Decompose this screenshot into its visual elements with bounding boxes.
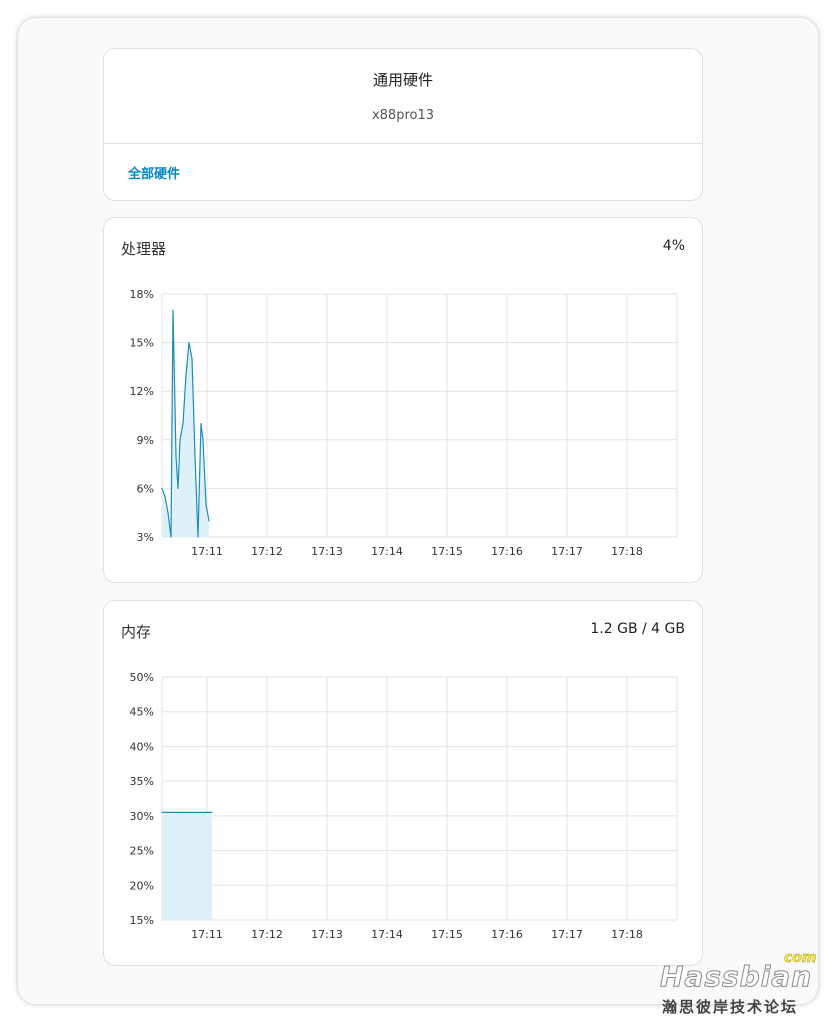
memory-x-tick-label: 17:16 bbox=[491, 928, 523, 941]
memory-chart[interactable]: 15% 20% 25% 30% 35% 40% 45% 50% 17:11 17:12 17:13 1… bbox=[104, 661, 702, 961]
memory-y-tick-label: 35% bbox=[130, 775, 154, 788]
card-title: 通用硬件 bbox=[372, 71, 433, 89]
memory-card: 内存 1.2 GB / 4 GB 15% 20% 25% 30% 35% 40% 45% 50… bbox=[103, 600, 703, 966]
cpu-y-tick-label: 9% bbox=[137, 434, 154, 447]
memory-header: 内存 1.2 GB / 4 GB bbox=[121, 621, 685, 641]
cpu-y-tick-label: 3% bbox=[137, 531, 154, 544]
memory-y-tick-label: 20% bbox=[130, 879, 154, 892]
cpu-y-tick-label: 15% bbox=[130, 337, 154, 350]
cpu-data-point bbox=[172, 309, 174, 311]
memory-y-tick-label: 50% bbox=[130, 671, 154, 684]
cpu-data-point bbox=[164, 495, 166, 498]
cpu-y-tick-label: 18% bbox=[130, 288, 154, 301]
memory-x-tick-label: 17:18 bbox=[611, 928, 643, 941]
memory-y-tick-label: 30% bbox=[130, 810, 154, 823]
divider bbox=[104, 143, 702, 144]
cpu-data-point bbox=[182, 423, 184, 425]
memory-y-tick-label: 15% bbox=[130, 914, 154, 927]
cpu-data-point bbox=[161, 487, 163, 489]
cpu-y-tick-label: 12% bbox=[130, 385, 154, 398]
cpu-data-point bbox=[177, 487, 179, 489]
memory-data-point bbox=[211, 811, 213, 813]
cpu-area-fill bbox=[162, 310, 209, 537]
cpu-data-point bbox=[175, 455, 177, 457]
all-hardware-link[interactable]: 全部硬件 bbox=[128, 163, 180, 182]
device-name: x88pro13 bbox=[371, 108, 435, 123]
cpu-data-point bbox=[194, 455, 196, 457]
cpu-data-point bbox=[205, 504, 207, 506]
memory-x-tick-label: 17:12 bbox=[251, 928, 283, 941]
cpu-x-tick-label: 17:14 bbox=[371, 545, 403, 558]
cpu-x-tick-label: 17:16 bbox=[491, 545, 523, 558]
cpu-x-tick-label: 17:15 bbox=[431, 545, 463, 558]
cpu-data-point bbox=[208, 520, 210, 522]
cpu-x-tick-label: 17:11 bbox=[191, 545, 223, 558]
cpu-x-tick-label: 17:18 bbox=[611, 545, 643, 558]
cpu-chart[interactable]: 3% 6% 9% 12% 15% 18% 17:11 17:12 17:13 17:14 17:15… bbox=[104, 278, 702, 578]
watermark-caption: 瀚思彼岸技术论坛 bbox=[662, 998, 799, 1016]
cpu-data-point bbox=[202, 439, 204, 441]
memory-x-tick-label: 17:17 bbox=[551, 928, 583, 941]
cpu-header: 处理器 4% bbox=[121, 238, 685, 258]
cpu-x-tick-label: 17:17 bbox=[551, 545, 583, 558]
memory-y-tick-label: 25% bbox=[130, 845, 154, 858]
memory-area-fill bbox=[162, 812, 212, 920]
memory-value: 1.2 GB / 4 GB bbox=[590, 621, 685, 637]
cpu-data-point bbox=[179, 439, 181, 441]
cpu-data-point bbox=[185, 374, 187, 376]
memory-x-tick-label: 17:15 bbox=[431, 928, 463, 941]
memory-title: 内存 bbox=[121, 623, 152, 641]
cpu-data-point bbox=[167, 512, 169, 514]
cpu-data-point bbox=[197, 536, 199, 538]
cpu-x-tick-label: 17:13 bbox=[311, 545, 343, 558]
cpu-data-point bbox=[191, 358, 193, 360]
watermark: Hassbian com 瀚思彼岸技术论坛 bbox=[656, 950, 826, 1020]
cpu-title: 处理器 bbox=[121, 240, 167, 258]
memory-data-point bbox=[161, 811, 163, 813]
memory-x-tick-label: 17:14 bbox=[371, 928, 403, 941]
memory-y-tick-label: 40% bbox=[130, 740, 154, 753]
cpu-y-tick-label: 6% bbox=[137, 482, 154, 495]
cpu-card: 处理器 4% 3% 6% 9% 12% 15% 18% 17:11 17:12 17:13 17:… bbox=[103, 217, 703, 583]
cpu-data-point bbox=[188, 342, 190, 344]
memory-x-tick-label: 17:11 bbox=[191, 928, 223, 941]
cpu-value: 4% bbox=[662, 238, 685, 254]
cpu-data-point bbox=[170, 536, 172, 538]
memory-y-tick-label: 45% bbox=[130, 706, 154, 719]
cpu-x-tick-label: 17:12 bbox=[251, 545, 283, 558]
cpu-data-point bbox=[200, 423, 202, 425]
memory-x-tick-label: 17:13 bbox=[311, 928, 343, 941]
hardware-info-card: 通用硬件 x88pro13 全部硬件 bbox=[103, 48, 703, 201]
watermark-logo-suffix: com bbox=[784, 950, 817, 966]
